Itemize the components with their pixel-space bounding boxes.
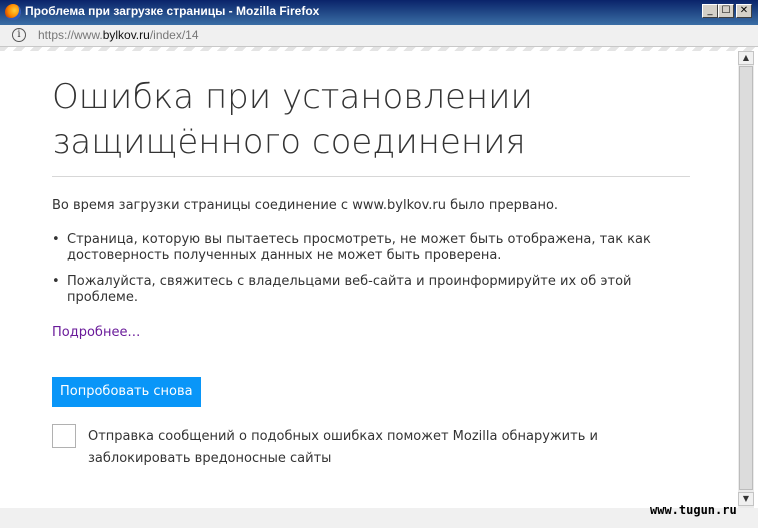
url-path: /index/14 <box>149 28 199 42</box>
firefox-icon <box>5 4 21 20</box>
address-bar[interactable]: i https://www.bylkov.ru/index/14 <box>0 25 758 47</box>
window-title: Проблема при загрузке страницы - Mozilla… <box>25 4 320 18</box>
advanced-link[interactable]: Подробнее… <box>52 325 140 340</box>
list-item: Пожалуйста, свяжитесь с владельцами веб-… <box>52 274 702 306</box>
window-titlebar: Проблема при загрузке страницы - Mozilla… <box>0 0 758 25</box>
url-domain: bylkov.ru <box>102 28 150 42</box>
url-prefix: https://www. <box>38 28 103 42</box>
page-title: Ошибка при установлении защищённого соед… <box>52 77 533 162</box>
error-description: Во время загрузки страницы соединение с … <box>52 198 559 213</box>
list-item: Страница, которую вы пытаетесь просмотре… <box>52 232 702 264</box>
vertical-scrollbar[interactable]: ▲ ▼ <box>738 51 754 508</box>
status-bar <box>0 508 758 528</box>
info-icon[interactable]: i <box>12 28 26 42</box>
report-label: Отправка сообщений о подобных ошибках по… <box>88 429 598 466</box>
scroll-down-icon[interactable]: ▼ <box>738 492 754 506</box>
title-divider <box>52 176 690 177</box>
watermark: www.tugun.ru <box>650 503 737 517</box>
page-loading-stripe <box>0 47 758 51</box>
minimize-button[interactable]: _ <box>702 4 718 18</box>
report-checkbox[interactable] <box>52 424 76 448</box>
maximize-button[interactable]: ☐ <box>718 4 734 18</box>
scrollbar-thumb[interactable] <box>739 66 753 490</box>
error-bullets: Страница, которую вы пытаетесь просмотре… <box>52 232 702 316</box>
close-button[interactable]: ✕ <box>736 4 752 18</box>
url-text[interactable]: https://www.bylkov.ru/index/14 <box>38 28 199 42</box>
scroll-up-icon[interactable]: ▲ <box>738 51 754 65</box>
retry-button[interactable]: Попробовать снова <box>52 377 201 407</box>
